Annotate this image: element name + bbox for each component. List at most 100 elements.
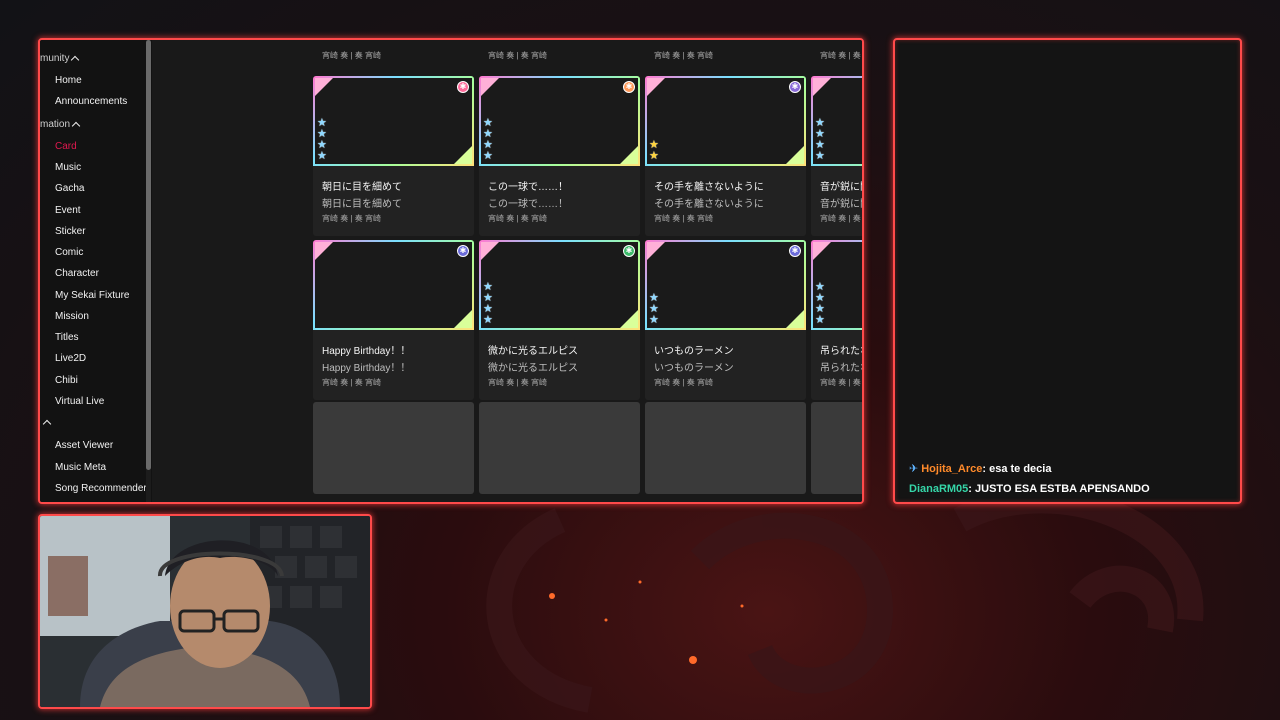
sidebar-item-music[interactable]: Music	[55, 162, 81, 173]
sidebar-item-virtual-live[interactable]: Virtual Live	[55, 396, 104, 407]
card-thumbnail[interactable]: ✱★★★★	[811, 76, 862, 166]
card-thumbnail[interactable]: ✱★★★★	[313, 76, 474, 166]
card-artist: 宵崎 奏 | 奏 宵崎	[820, 51, 862, 60]
card-subtitle: その手を離さないように	[654, 199, 764, 210]
stream-chat-panel: ✈ Hojita_Arce: esa te decia DianaRM05: JU…	[893, 38, 1242, 504]
card-item[interactable]: ✱ ★ ★ ★ いつものラーメン いつものラーメン 宵崎 奏 | 奏 宵崎	[645, 240, 806, 400]
sidebar-section-community[interactable]: munity	[40, 53, 80, 65]
card-title: 朝日に目を細めて	[322, 182, 402, 193]
card-frame-corner	[620, 310, 638, 328]
card-thumbnail[interactable]: ✱ ★ ★ ★	[645, 240, 806, 330]
star-burst-icon: ✱	[457, 245, 469, 257]
sidebar-item-card[interactable]: Card	[55, 141, 77, 152]
sidebar-item-song-recommender[interactable]: Song Recommender	[55, 483, 147, 494]
sidebar-item-asset-viewer[interactable]: Asset Viewer	[55, 440, 113, 451]
card-item[interactable]: ✱ ★ ★ その手を離さないように その手を離さないように 宵崎 奏 | 奏 宵崎	[645, 76, 806, 236]
chat-username: Hojita_Arce	[921, 463, 983, 475]
card-item[interactable]: ✱ ★ ★ ★ ★ この一球で……！ この一球で……！ 宵崎 奏 | 奏 宵崎	[479, 76, 640, 236]
heart-icon: ✱	[623, 81, 635, 93]
card-thumbnail[interactable]: ✱★★★★	[811, 240, 862, 330]
chevron-up-icon	[71, 55, 80, 65]
card-subtitle: 音が鋭に聞	[820, 199, 862, 210]
sidebar-item-mission[interactable]: Mission	[55, 311, 89, 322]
rarity-stars: ★ ★ ★ ★	[483, 282, 493, 326]
card-artist: 宵崎 奏 | 奏 宵崎	[654, 214, 713, 223]
rarity-stars: ★ ★ ★ ★	[815, 282, 825, 326]
card-subtitle: いつものラーメン	[654, 363, 734, 374]
card-artist: 宵崎 奏 | 奏 宵崎	[488, 378, 547, 387]
card-frame-corner	[454, 310, 472, 328]
rarity-stars: ★ ★ ★ ★	[483, 118, 493, 162]
card-grid-area: 宵崎 奏 | 奏 宵崎 宵崎 奏 | 奏 宵崎 宵崎 奏 | 奏 宵崎 宵崎 奏…	[152, 40, 862, 502]
chat-text: JUSTO ESA ESTBA APENSANDO	[975, 483, 1150, 495]
card-subtitle: 吊られたな	[820, 363, 862, 374]
card-frame-corner	[813, 78, 831, 96]
card-artist: 宵崎 奏 | 奏 宵崎	[488, 51, 547, 60]
card-thumbnail[interactable]: ✱ ★★★★	[479, 240, 640, 330]
browser-window: munity Home Announcements mation Card Mu…	[38, 38, 864, 504]
sidebar-item-my-sekai-fixture[interactable]: My Sekai Fixture	[55, 290, 129, 301]
sidebar-item-home[interactable]: Home	[55, 75, 82, 86]
card-artist: 宵崎 奏 | 奏 宵崎	[654, 378, 713, 387]
chat-text: esa te decia	[989, 463, 1052, 475]
card-subtitle: この一球で……！	[488, 199, 568, 210]
star-icon: ★	[649, 314, 659, 326]
card-frame-corner	[481, 78, 499, 96]
card-placeholder	[645, 402, 806, 494]
webcam-feed	[38, 514, 372, 709]
card-subtitle: Happy Birthday！！	[322, 363, 411, 374]
sidebar-item-character[interactable]: Character	[55, 268, 99, 279]
card-placeholder	[313, 402, 474, 494]
card-subtitle: 朝日に目を細めて	[322, 199, 402, 210]
card-item[interactable]: ✱ Happy Birthday！！ Happy Birthday！！ 宵崎 奏 | …	[313, 240, 474, 400]
section-label: munity	[40, 53, 70, 64]
card-item[interactable]: ✱★★★★吊られたな吊られたな宵崎 奏 | 奏 宵崎	[811, 240, 862, 400]
card-frame-corner	[481, 242, 499, 260]
rarity-stars: ★ ★ ★	[649, 293, 659, 326]
star-icon: ★	[317, 150, 327, 162]
card-title: 微かに光るエルピス	[488, 346, 578, 357]
sidebar-item-announcements[interactable]: Announcements	[55, 96, 127, 107]
card-item[interactable]: ✱ ★ ★ ★ ★ 微かに光るエルピス 微かに光るエルピス 宵崎 奏 | 奏 宵崎	[479, 240, 640, 400]
card-artist: 宵崎 奏 | 奏 宵崎	[322, 378, 381, 387]
card-title: この一球で……！	[488, 182, 568, 193]
sidebar-section-tools[interactable]	[42, 418, 52, 429]
chevron-up-icon	[42, 419, 52, 429]
card-artist: 宵崎 奏 | 奏 宵崎	[820, 378, 862, 387]
leaf-icon: ✱	[623, 245, 635, 257]
sidebar-item-titles[interactable]: Titles	[55, 332, 79, 343]
sidebar-item-gacha[interactable]: Gacha	[55, 183, 84, 194]
pin-icon: ✈	[909, 463, 919, 475]
card-frame-corner	[620, 146, 638, 164]
chevron-up-icon	[71, 121, 81, 131]
sidebar-scrollbar[interactable]	[146, 40, 151, 502]
card-title: 吊られたな	[820, 346, 862, 357]
sidebar-nav: munity Home Announcements mation Card Mu…	[40, 40, 152, 502]
card-artist: 宵崎 奏 | 奏 宵崎	[654, 51, 713, 60]
card-artist: 宵崎 奏 | 奏 宵崎	[322, 51, 381, 60]
card-artist: 宵崎 奏 | 奏 宵崎	[488, 214, 547, 223]
sidebar-scrollbar-thumb[interactable]	[146, 40, 151, 470]
sidebar-item-comic[interactable]: Comic	[55, 247, 83, 258]
card-thumbnail[interactable]: ✱ ★★★★	[479, 76, 640, 166]
sidebar-item-live2d[interactable]: Live2D	[55, 353, 86, 364]
card-thumbnail[interactable]: ✱	[313, 240, 474, 330]
star-burst-icon: ✱	[789, 245, 801, 257]
card-subtitle: 微かに光るエルピス	[488, 363, 578, 374]
sidebar-item-event[interactable]: Event	[55, 205, 81, 216]
sidebar-item-music-meta[interactable]: Music Meta	[55, 462, 106, 473]
card-thumbnail[interactable]: ✱ ★ ★	[645, 76, 806, 166]
card-frame-corner	[647, 242, 665, 260]
card-item[interactable]: ✱★★★★音が鋭に聞音が鋭に聞宵崎 奏 | 奏 宵崎	[811, 76, 862, 236]
card-frame-corner	[647, 78, 665, 96]
card-artist: 宵崎 奏 | 奏 宵崎	[820, 214, 862, 223]
sidebar-section-information[interactable]: mation	[40, 119, 81, 131]
rarity-stars: ★ ★ ★ ★	[317, 118, 327, 162]
sidebar-item-chibi[interactable]: Chibi	[55, 375, 78, 386]
card-item[interactable]: ✱ ★ ★ ★ ★ 朝日に目を細めて 朝日に目を細めて 宵崎 奏 | 奏 宵崎	[313, 76, 474, 236]
card-placeholder	[811, 402, 862, 494]
sidebar-item-sticker[interactable]: Sticker	[55, 226, 86, 237]
moon-icon: ✱	[789, 81, 801, 93]
card-frame-corner	[454, 146, 472, 164]
card-placeholder	[479, 402, 640, 494]
